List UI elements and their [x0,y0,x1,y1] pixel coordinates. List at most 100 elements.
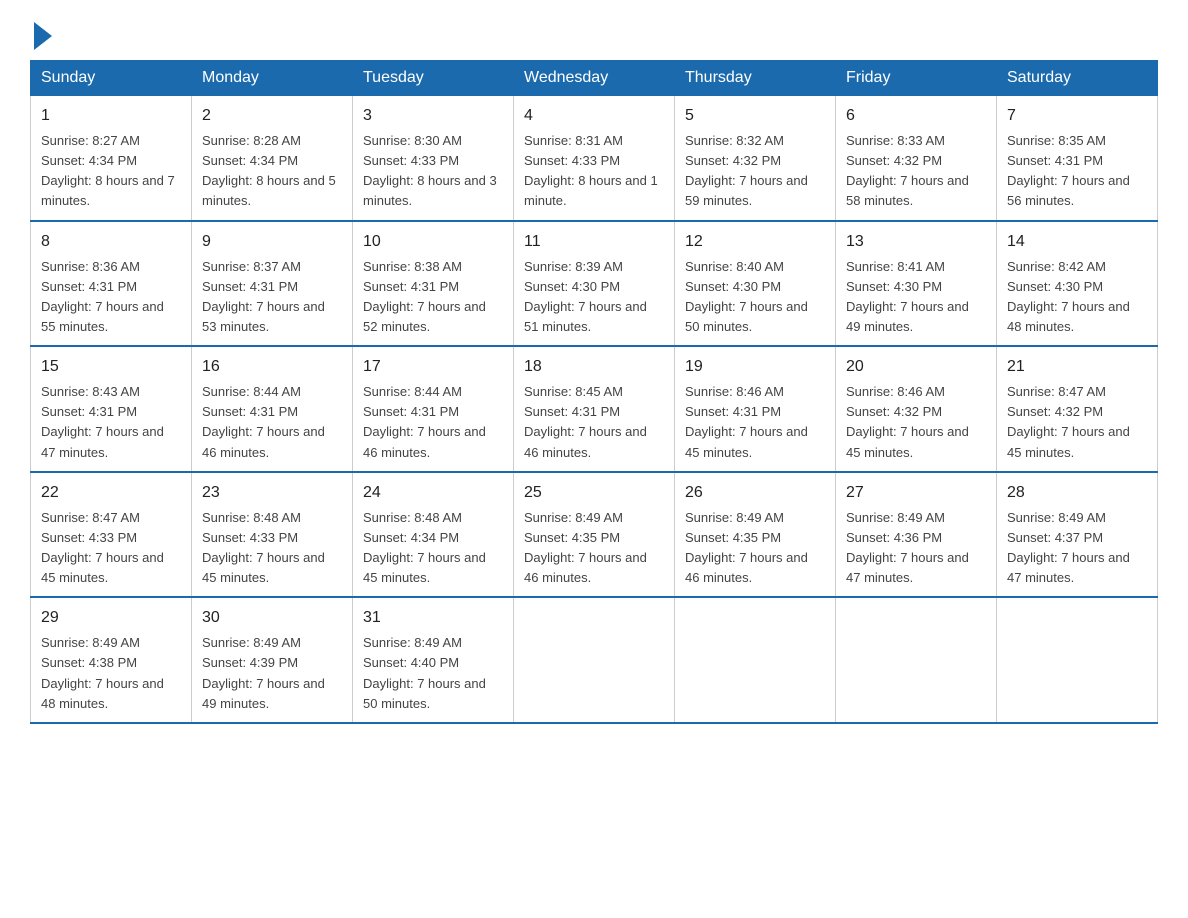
calendar-cell-11: 11 Sunrise: 8:39 AMSunset: 4:30 PMDayligh… [514,221,675,347]
calendar-cell-29: 29 Sunrise: 8:49 AMSunset: 4:38 PMDayligh… [31,597,192,723]
day-header-wednesday: Wednesday [514,61,675,96]
day-number: 30 [202,606,342,630]
calendar-cell-21: 21 Sunrise: 8:47 AMSunset: 4:32 PMDayligh… [997,346,1158,472]
day-header-monday: Monday [192,61,353,96]
calendar-cell-5: 5Sunrise: 8:32 AMSunset: 4:32 PMDaylight… [675,96,836,221]
day-header-sunday: Sunday [31,61,192,96]
day-number: 23 [202,481,342,505]
day-number: 10 [363,230,503,254]
day-info: Sunrise: 8:44 AMSunset: 4:31 PMDaylight:… [202,384,325,459]
calendar-cell-23: 23 Sunrise: 8:48 AMSunset: 4:33 PMDayligh… [192,472,353,598]
day-info: Sunrise: 8:28 AMSunset: 4:34 PMDaylight:… [202,133,336,208]
day-number: 29 [41,606,181,630]
day-number: 3 [363,104,503,128]
day-number: 17 [363,355,503,379]
calendar-cell-20: 20 Sunrise: 8:46 AMSunset: 4:32 PMDayligh… [836,346,997,472]
day-info: Sunrise: 8:49 AMSunset: 4:35 PMDaylight:… [685,510,808,585]
day-number: 27 [846,481,986,505]
day-header-saturday: Saturday [997,61,1158,96]
calendar-table: SundayMondayTuesdayWednesdayThursdayFrid… [30,60,1158,724]
day-info: Sunrise: 8:47 AMSunset: 4:32 PMDaylight:… [1007,384,1130,459]
day-info: Sunrise: 8:49 AMSunset: 4:35 PMDaylight:… [524,510,647,585]
day-number: 31 [363,606,503,630]
day-number: 21 [1007,355,1147,379]
day-header-friday: Friday [836,61,997,96]
day-number: 4 [524,104,664,128]
calendar-cell-4: 4Sunrise: 8:31 AMSunset: 4:33 PMDaylight… [514,96,675,221]
day-number: 7 [1007,104,1147,128]
calendar-cell-17: 17 Sunrise: 8:44 AMSunset: 4:31 PMDayligh… [353,346,514,472]
calendar-cell-15: 15 Sunrise: 8:43 AMSunset: 4:31 PMDayligh… [31,346,192,472]
calendar-cell-18: 18 Sunrise: 8:45 AMSunset: 4:31 PMDayligh… [514,346,675,472]
calendar-cell-16: 16 Sunrise: 8:44 AMSunset: 4:31 PMDayligh… [192,346,353,472]
calendar-cell-9: 9 Sunrise: 8:37 AMSunset: 4:31 PMDaylight… [192,221,353,347]
logo [30,20,52,50]
calendar-cell-27: 27Sunrise: 8:49 AMSunset: 4:36 PMDayligh… [836,472,997,598]
day-number: 11 [524,230,664,254]
header-area [30,20,1158,50]
day-number: 20 [846,355,986,379]
day-info: Sunrise: 8:41 AMSunset: 4:30 PMDaylight:… [846,259,969,334]
day-info: Sunrise: 8:40 AMSunset: 4:30 PMDaylight:… [685,259,808,334]
day-number: 28 [1007,481,1147,505]
calendar-cell-26: 26 Sunrise: 8:49 AMSunset: 4:35 PMDayligh… [675,472,836,598]
day-info: Sunrise: 8:33 AMSunset: 4:32 PMDaylight:… [846,133,969,208]
empty-cell [836,597,997,723]
day-info: Sunrise: 8:45 AMSunset: 4:31 PMDaylight:… [524,384,647,459]
calendar-cell-25: 25 Sunrise: 8:49 AMSunset: 4:35 PMDayligh… [514,472,675,598]
day-info: Sunrise: 8:48 AMSunset: 4:34 PMDaylight:… [363,510,486,585]
empty-cell [514,597,675,723]
day-number: 9 [202,230,342,254]
calendar-cell-3: 3 Sunrise: 8:30 AMSunset: 4:33 PMDaylight… [353,96,514,221]
day-info: Sunrise: 8:37 AMSunset: 4:31 PMDaylight:… [202,259,325,334]
day-info: Sunrise: 8:49 AMSunset: 4:37 PMDaylight:… [1007,510,1130,585]
logo-arrow-icon [34,22,52,50]
calendar-cell-1: 1 Sunrise: 8:27 AMSunset: 4:34 PMDaylight… [31,96,192,221]
day-info: Sunrise: 8:39 AMSunset: 4:30 PMDaylight:… [524,259,647,334]
day-number: 8 [41,230,181,254]
calendar-cell-31: 31Sunrise: 8:49 AMSunset: 4:40 PMDayligh… [353,597,514,723]
empty-cell [997,597,1158,723]
calendar-cell-10: 10 Sunrise: 8:38 AMSunset: 4:31 PMDayligh… [353,221,514,347]
day-number: 14 [1007,230,1147,254]
day-info: Sunrise: 8:48 AMSunset: 4:33 PMDaylight:… [202,510,325,585]
day-info: Sunrise: 8:43 AMSunset: 4:31 PMDaylight:… [41,384,164,459]
day-number: 1 [41,104,181,128]
empty-cell [675,597,836,723]
calendar-cell-8: 8 Sunrise: 8:36 AMSunset: 4:31 PMDaylight… [31,221,192,347]
day-number: 16 [202,355,342,379]
calendar-cell-19: 19Sunrise: 8:46 AMSunset: 4:31 PMDayligh… [675,346,836,472]
day-info: Sunrise: 8:49 AMSunset: 4:38 PMDaylight:… [41,635,164,710]
calendar-cell-22: 22 Sunrise: 8:47 AMSunset: 4:33 PMDayligh… [31,472,192,598]
day-info: Sunrise: 8:30 AMSunset: 4:33 PMDaylight:… [363,133,497,208]
day-info: Sunrise: 8:38 AMSunset: 4:31 PMDaylight:… [363,259,486,334]
day-number: 13 [846,230,986,254]
day-number: 2 [202,104,342,128]
day-info: Sunrise: 8:44 AMSunset: 4:31 PMDaylight:… [363,384,486,459]
calendar-cell-14: 14 Sunrise: 8:42 AMSunset: 4:30 PMDayligh… [997,221,1158,347]
day-number: 12 [685,230,825,254]
calendar-cell-12: 12 Sunrise: 8:40 AMSunset: 4:30 PMDayligh… [675,221,836,347]
day-number: 19 [685,355,825,379]
day-info: Sunrise: 8:35 AMSunset: 4:31 PMDaylight:… [1007,133,1130,208]
calendar-cell-24: 24Sunrise: 8:48 AMSunset: 4:34 PMDayligh… [353,472,514,598]
day-info: Sunrise: 8:47 AMSunset: 4:33 PMDaylight:… [41,510,164,585]
day-number: 22 [41,481,181,505]
calendar-cell-7: 7 Sunrise: 8:35 AMSunset: 4:31 PMDaylight… [997,96,1158,221]
day-info: Sunrise: 8:49 AMSunset: 4:39 PMDaylight:… [202,635,325,710]
day-info: Sunrise: 8:32 AMSunset: 4:32 PMDaylight:… [685,133,808,208]
day-info: Sunrise: 8:36 AMSunset: 4:31 PMDaylight:… [41,259,164,334]
day-info: Sunrise: 8:27 AMSunset: 4:34 PMDaylight:… [41,133,175,208]
calendar-cell-6: 6 Sunrise: 8:33 AMSunset: 4:32 PMDaylight… [836,96,997,221]
day-info: Sunrise: 8:46 AMSunset: 4:32 PMDaylight:… [846,384,969,459]
day-info: Sunrise: 8:42 AMSunset: 4:30 PMDaylight:… [1007,259,1130,334]
calendar-cell-28: 28 Sunrise: 8:49 AMSunset: 4:37 PMDayligh… [997,472,1158,598]
day-number: 18 [524,355,664,379]
day-number: 26 [685,481,825,505]
calendar-cell-2: 2 Sunrise: 8:28 AMSunset: 4:34 PMDaylight… [192,96,353,221]
calendar-cell-30: 30 Sunrise: 8:49 AMSunset: 4:39 PMDayligh… [192,597,353,723]
day-number: 15 [41,355,181,379]
calendar-cell-13: 13 Sunrise: 8:41 AMSunset: 4:30 PMDayligh… [836,221,997,347]
day-number: 25 [524,481,664,505]
day-number: 6 [846,104,986,128]
